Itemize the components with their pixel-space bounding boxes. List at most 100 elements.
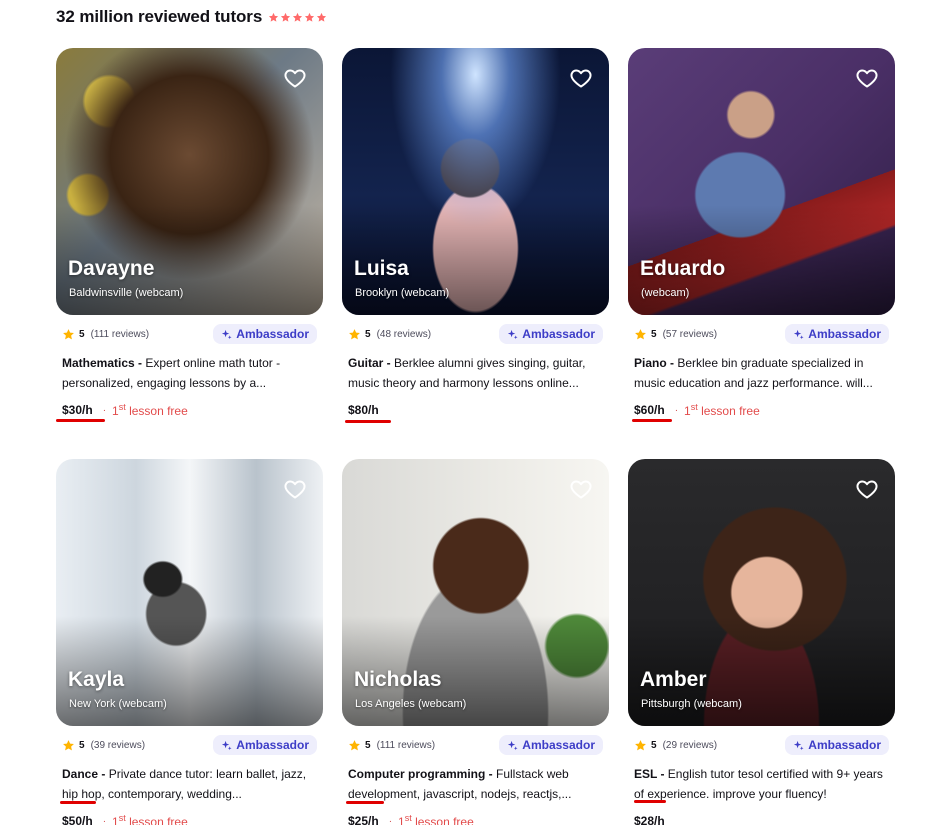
- star-icon: [635, 328, 646, 339]
- free-lesson-label: 1st lesson free: [398, 813, 474, 825]
- page-title: 32 million reviewed tutors: [56, 7, 263, 26]
- review-count: (111 reviews): [90, 328, 150, 340]
- tutor-description[interactable]: Piano - Berklee bin graduate specialized…: [628, 353, 895, 393]
- tutor-subject: Dance -: [62, 767, 109, 781]
- rating-score: 5: [651, 739, 657, 751]
- favorite-heart-icon[interactable]: [283, 66, 307, 90]
- star-icon: [293, 12, 303, 22]
- tutor-rating: 5 (111 reviews): [348, 739, 435, 752]
- tutor-description[interactable]: Guitar - Berklee alumni gives singing, g…: [342, 353, 609, 393]
- free-lesson-label: 1st lesson free: [112, 813, 188, 825]
- review-count: (48 reviews): [376, 328, 432, 340]
- ambassador-badge: Ambassador: [785, 324, 889, 344]
- ambassador-badge: Ambassador: [213, 324, 317, 344]
- favorite-heart-icon[interactable]: [855, 66, 879, 90]
- tutor-subject: Piano -: [634, 356, 678, 370]
- separator-dot: ·: [388, 815, 393, 825]
- ambassador-badge: Ambassador: [213, 735, 317, 755]
- sparkle-icon: [508, 740, 518, 750]
- tutor-location: (webcam): [641, 287, 690, 299]
- rating-score: 5: [365, 328, 371, 340]
- free-lesson-part: st: [118, 813, 126, 823]
- tutor-meta: 5 (39 reviews) Ambassador: [56, 734, 323, 756]
- tutor-card[interactable]: Nicholas Los Angeles (webcam) 5 (111 rev…: [342, 459, 609, 825]
- star-icon: [305, 12, 315, 22]
- separator-dot: ·: [102, 404, 107, 416]
- annotation-underline: [60, 801, 96, 804]
- star-icon: [269, 12, 279, 22]
- tutor-card[interactable]: Amber Pittsburgh (webcam) 5 (29 reviews)…: [628, 459, 895, 825]
- free-lesson-part: 1: [112, 404, 119, 418]
- sparkle-icon: [222, 329, 232, 339]
- tutor-name[interactable]: Eduardo: [640, 257, 725, 281]
- badge-label: Ambassador: [808, 738, 881, 752]
- hourly-price: $50/h: [62, 814, 93, 825]
- tutor-description[interactable]: Mathematics - Expert online math tutor -…: [56, 353, 323, 393]
- badge-label: Ambassador: [808, 327, 881, 341]
- tutor-rating: 5 (39 reviews): [62, 739, 145, 752]
- tutor-photo[interactable]: Amber Pittsburgh (webcam): [628, 459, 895, 726]
- free-lesson-label: 1st lesson free: [112, 402, 188, 418]
- tutor-subject: ESL -: [634, 767, 668, 781]
- hourly-price: $28/h: [634, 814, 665, 825]
- tutor-rating: 5 (48 reviews): [348, 328, 431, 341]
- rating-score: 5: [651, 328, 657, 340]
- tutor-meta: 5 (111 reviews) Ambassador: [56, 323, 323, 345]
- free-lesson-part: 1: [684, 404, 691, 418]
- section-heading: 32 million reviewed tutors: [56, 7, 327, 27]
- ambassador-badge: Ambassador: [499, 735, 603, 755]
- hourly-price: $25/h: [348, 814, 379, 825]
- tutor-photo[interactable]: Davayne Baldwinsville (webcam): [56, 48, 323, 315]
- tutor-photo[interactable]: Luisa Brooklyn (webcam): [342, 48, 609, 315]
- tutor-name[interactable]: Nicholas: [354, 668, 442, 692]
- tutor-price-row: $80/h: [342, 399, 609, 421]
- tutor-description[interactable]: Dance - Private dance tutor: learn balle…: [56, 764, 323, 804]
- annotation-underline: [346, 801, 384, 804]
- star-icon: [349, 328, 360, 339]
- hourly-price: $80/h: [348, 403, 379, 417]
- review-count: (111 reviews): [376, 739, 436, 751]
- tutor-location: Brooklyn (webcam): [355, 287, 450, 299]
- tutor-photo[interactable]: Eduardo (webcam): [628, 48, 895, 315]
- annotation-underline: [56, 419, 105, 422]
- free-lesson-part: lesson free: [125, 815, 188, 825]
- star-icon: [635, 739, 646, 750]
- tutor-name[interactable]: Davayne: [68, 257, 154, 281]
- sparkle-icon: [508, 329, 518, 339]
- favorite-heart-icon[interactable]: [569, 66, 593, 90]
- tutor-meta: 5 (57 reviews) Ambassador: [628, 323, 895, 345]
- tutor-rating: 5 (111 reviews): [62, 328, 149, 341]
- star-icon: [281, 12, 291, 22]
- tutor-description[interactable]: ESL - English tutor tesol certified with…: [628, 764, 895, 804]
- tutor-rating: 5 (29 reviews): [634, 739, 717, 752]
- tutor-name[interactable]: Luisa: [354, 257, 409, 281]
- free-lesson-label: 1st lesson free: [684, 402, 760, 418]
- tutor-card[interactable]: Davayne Baldwinsville (webcam) 5 (111 re…: [56, 48, 323, 421]
- favorite-heart-icon[interactable]: [569, 477, 593, 501]
- badge-label: Ambassador: [236, 327, 309, 341]
- tutor-subject: Guitar -: [348, 356, 395, 370]
- tutor-name[interactable]: Amber: [640, 668, 707, 692]
- tutor-location: Los Angeles (webcam): [355, 698, 467, 710]
- rating-stars: [268, 12, 327, 23]
- favorite-heart-icon[interactable]: [855, 477, 879, 501]
- tutor-subject: Computer programming -: [348, 767, 497, 781]
- annotation-underline: [345, 420, 391, 423]
- tutor-card[interactable]: Eduardo (webcam) 5 (57 reviews) Ambassad…: [628, 48, 895, 421]
- tutor-rating: 5 (57 reviews): [634, 328, 717, 341]
- tutor-card[interactable]: Luisa Brooklyn (webcam) 5 (48 reviews) A…: [342, 48, 609, 421]
- favorite-heart-icon[interactable]: [283, 477, 307, 501]
- tutor-subject: Mathematics -: [62, 356, 146, 370]
- separator-dot: ·: [674, 404, 679, 416]
- ambassador-badge: Ambassador: [785, 735, 889, 755]
- description-text: English tutor tesol certified with 9+ ye…: [634, 767, 883, 801]
- tutor-description[interactable]: Computer programming - Fullstack web dev…: [342, 764, 609, 804]
- badge-label: Ambassador: [236, 738, 309, 752]
- star-icon: [317, 12, 327, 22]
- star-icon: [63, 328, 74, 339]
- tutor-photo[interactable]: Kayla New York (webcam): [56, 459, 323, 726]
- tutor-photo[interactable]: Nicholas Los Angeles (webcam): [342, 459, 609, 726]
- tutor-card[interactable]: Kayla New York (webcam) 5 (39 reviews) A…: [56, 459, 323, 825]
- tutor-name[interactable]: Kayla: [68, 668, 124, 692]
- badge-label: Ambassador: [522, 327, 595, 341]
